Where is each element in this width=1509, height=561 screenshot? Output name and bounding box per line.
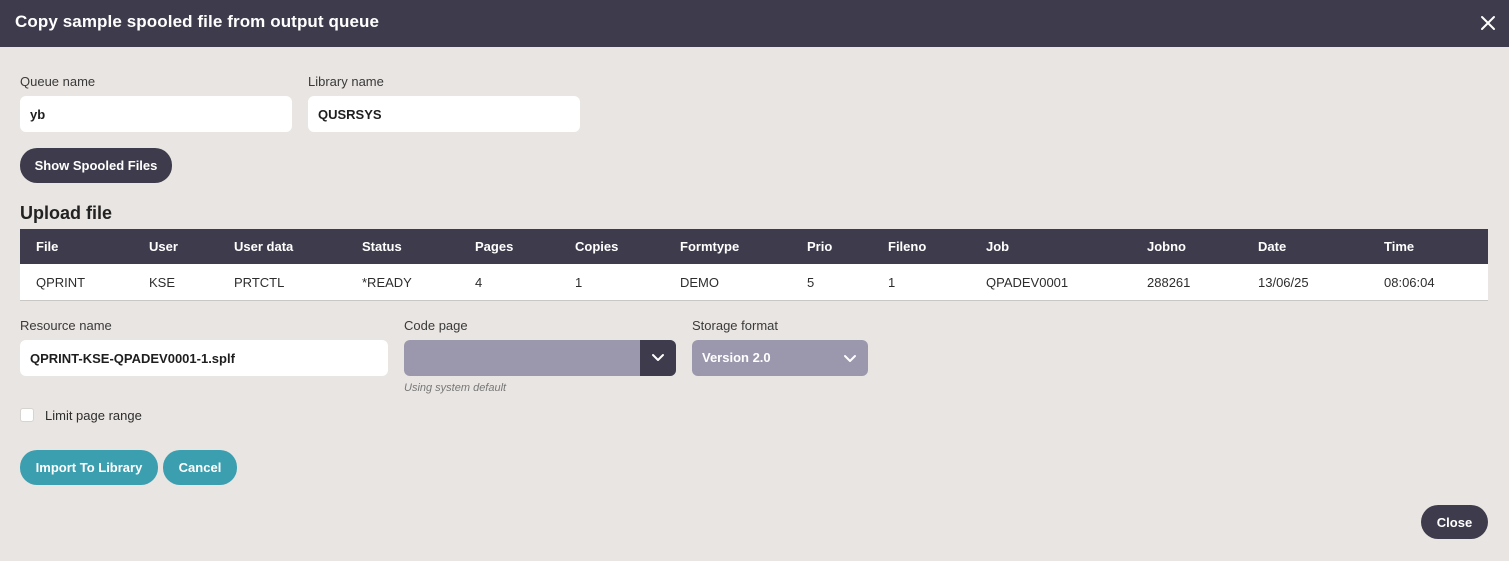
spooled-files-table: File User User data Status Pages Copies … bbox=[20, 229, 1488, 301]
column-header-job[interactable]: Job bbox=[986, 239, 1009, 254]
column-header-jobno[interactable]: Jobno bbox=[1147, 239, 1186, 254]
import-to-library-button[interactable]: Import To Library bbox=[20, 450, 158, 485]
column-header-fileno[interactable]: Fileno bbox=[888, 239, 926, 254]
column-header-status[interactable]: Status bbox=[362, 239, 402, 254]
storage-format-value: Version 2.0 bbox=[702, 350, 771, 365]
column-header-formtype[interactable]: Formtype bbox=[680, 239, 739, 254]
cell-copies: 1 bbox=[575, 275, 583, 290]
code-page-label: Code page bbox=[404, 318, 468, 333]
cell-user-data: PRTCTL bbox=[234, 275, 285, 290]
queue-name-input[interactable] bbox=[20, 96, 292, 132]
cell-job: QPADEV0001 bbox=[986, 275, 1069, 290]
cell-time: 08:06:04 bbox=[1384, 275, 1435, 290]
cancel-button[interactable]: Cancel bbox=[163, 450, 237, 485]
dialog-title-bar: Copy sample spooled file from output que… bbox=[0, 0, 1509, 47]
cell-jobno: 288261 bbox=[1147, 275, 1191, 290]
column-header-date[interactable]: Date bbox=[1258, 239, 1286, 254]
column-header-copies[interactable]: Copies bbox=[575, 239, 618, 254]
column-header-pages[interactable]: Pages bbox=[475, 239, 513, 254]
column-header-user-data[interactable]: User data bbox=[234, 239, 293, 254]
resource-name-label: Resource name bbox=[20, 318, 112, 333]
storage-format-select[interactable]: Version 2.0 bbox=[692, 340, 868, 376]
cell-fileno: 1 bbox=[888, 275, 896, 290]
table-row[interactable]: QPRINT KSE PRTCTL *READY 4 1 DEMO 5 1 QP… bbox=[20, 264, 1488, 300]
resource-name-input[interactable] bbox=[20, 340, 388, 376]
cell-date: 13/06/25 bbox=[1258, 275, 1309, 290]
cell-prio: 5 bbox=[807, 275, 815, 290]
column-header-user[interactable]: User bbox=[149, 239, 178, 254]
chevron-down-icon bbox=[838, 346, 862, 370]
library-name-input[interactable] bbox=[308, 96, 580, 132]
close-button[interactable]: Close bbox=[1421, 505, 1488, 539]
close-icon[interactable] bbox=[1478, 13, 1498, 33]
cell-formtype: DEMO bbox=[680, 275, 719, 290]
chevron-down-icon[interactable] bbox=[640, 340, 676, 376]
upload-file-heading: Upload file bbox=[20, 203, 113, 223]
cell-pages: 4 bbox=[475, 275, 483, 290]
cell-user: KSE bbox=[149, 275, 176, 290]
limit-page-range-checkbox[interactable] bbox=[20, 408, 34, 422]
queue-name-label: Queue name bbox=[20, 74, 96, 89]
library-name-label: Library name bbox=[308, 74, 384, 89]
cell-file: QPRINT bbox=[36, 275, 86, 290]
dialog-title: Copy sample spooled file from output que… bbox=[15, 12, 380, 31]
limit-page-range-label: Limit page range bbox=[45, 408, 142, 423]
column-header-file[interactable]: File bbox=[36, 239, 58, 254]
column-header-prio[interactable]: Prio bbox=[807, 239, 832, 254]
code-page-hint: Using system default bbox=[404, 382, 507, 394]
cell-status: *READY bbox=[362, 275, 412, 290]
column-header-time[interactable]: Time bbox=[1384, 239, 1414, 254]
show-spooled-files-button[interactable]: Show Spooled Files bbox=[20, 148, 172, 183]
code-page-select[interactable] bbox=[404, 340, 676, 376]
storage-format-label: Storage format bbox=[692, 318, 778, 333]
table-header: File User User data Status Pages Copies … bbox=[20, 229, 1488, 264]
